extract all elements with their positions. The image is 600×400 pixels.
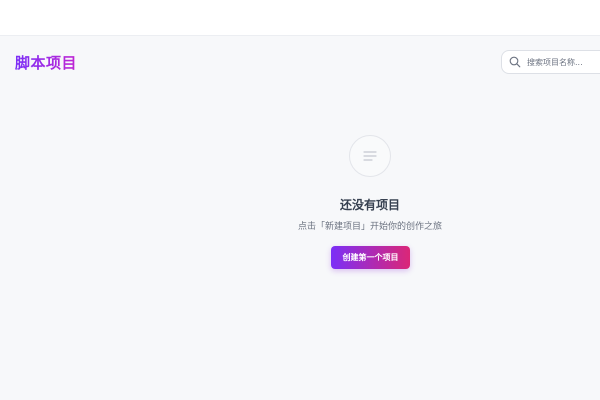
search-box[interactable] bbox=[501, 50, 600, 74]
top-bar bbox=[0, 0, 600, 36]
search-input[interactable] bbox=[527, 57, 600, 67]
search-icon bbox=[509, 56, 521, 68]
empty-state-description: 点击「新建项目」开始你的创作之旅 bbox=[297, 222, 442, 232]
create-first-project-button[interactable]: 创建第一个项目 bbox=[331, 246, 410, 269]
main-area: 脚本项目 还没有项目 点击「新建项目」开始你的创作之旅 创建第一个项目 bbox=[0, 36, 600, 400]
empty-state-icon-circle bbox=[349, 135, 391, 177]
document-lines-icon bbox=[363, 151, 377, 161]
page-title: 脚本项目 bbox=[15, 54, 78, 72]
empty-state-title: 还没有项目 bbox=[339, 198, 400, 212]
